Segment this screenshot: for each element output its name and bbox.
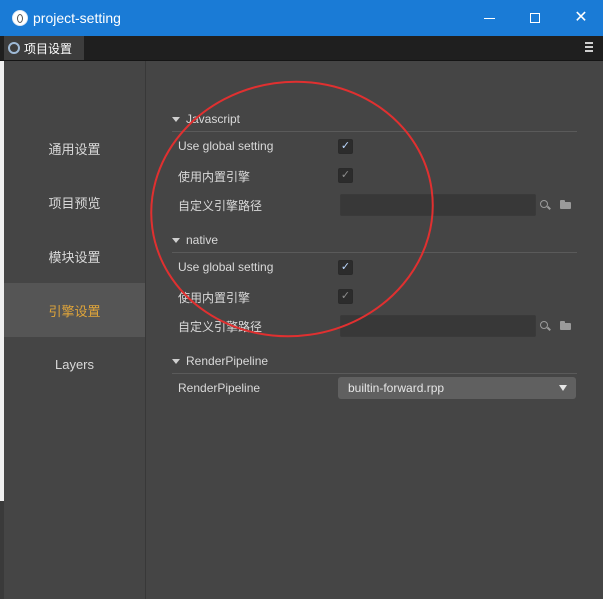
renderpipeline-select[interactable]: builtin-forward.rpp — [338, 377, 576, 399]
collapse-caret-icon — [172, 238, 180, 244]
maximize-icon — [530, 13, 540, 23]
section-title: RenderPipeline — [186, 354, 269, 368]
sidebar-item-general[interactable]: 通用设置 — [4, 121, 145, 175]
tab-label: 项目设置 — [24, 41, 73, 56]
dropdown-caret-icon — [559, 385, 567, 391]
maximize-button[interactable] — [512, 0, 558, 36]
section-title: native — [186, 233, 219, 247]
divider — [172, 131, 577, 132]
window-titlebar[interactable]: project-setting ✕ — [0, 0, 603, 36]
close-button[interactable]: ✕ — [558, 0, 603, 36]
checkmark-icon: ✓ — [340, 169, 351, 181]
sidebar-item-preview[interactable]: 项目预览 — [4, 175, 145, 229]
sidebar: 通用设置 项目预览 模块设置 引擎设置 Layers — [4, 61, 146, 599]
use-global-checkbox-js[interactable]: ✓ — [338, 139, 353, 154]
select-value: builtin-forward.rpp — [348, 381, 445, 395]
tab-project-settings[interactable]: 项目设置 — [4, 36, 84, 60]
builtin-engine-checkbox-js[interactable]: ✓ — [338, 168, 353, 183]
custom-path-label: 自定义引擎路径 — [178, 320, 263, 334]
folder-icon[interactable] — [560, 199, 572, 211]
minimize-icon — [483, 17, 495, 19]
sidebar-item-layers[interactable]: Layers — [4, 337, 145, 391]
use-global-label: Use global setting — [178, 260, 274, 274]
checkmark-icon: ✓ — [340, 290, 351, 302]
collapse-caret-icon — [172, 359, 180, 365]
builtin-engine-label: 使用内置引擎 — [178, 170, 251, 184]
custom-path-input-native[interactable] — [340, 315, 536, 337]
section-header-javascript[interactable]: Javascript — [172, 112, 240, 126]
folder-icon[interactable] — [560, 320, 572, 332]
window-title: project-setting — [33, 10, 121, 26]
close-icon: ✕ — [574, 9, 588, 26]
sidebar-item-engine[interactable]: 引擎设置 — [4, 283, 145, 337]
custom-path-input-js[interactable] — [340, 194, 536, 216]
builtin-engine-checkbox-native[interactable]: ✓ — [338, 289, 353, 304]
app-icon — [12, 10, 28, 26]
collapse-caret-icon — [172, 117, 180, 123]
use-global-checkbox-native[interactable]: ✓ — [338, 260, 353, 275]
search-icon[interactable] — [539, 199, 551, 211]
section-header-native[interactable]: native — [172, 233, 218, 247]
custom-path-label: 自定义引擎路径 — [178, 199, 263, 213]
gear-icon — [8, 42, 20, 54]
tab-bar: 项目设置 — [0, 36, 603, 61]
divider — [172, 252, 577, 253]
renderpipeline-label: RenderPipeline — [178, 381, 261, 395]
builtin-engine-label: 使用内置引擎 — [178, 291, 251, 305]
menu-icon[interactable] — [585, 42, 593, 52]
divider — [172, 373, 577, 374]
checkmark-icon: ✓ — [340, 261, 351, 273]
minimize-button[interactable] — [466, 0, 512, 36]
checkmark-icon: ✓ — [340, 140, 351, 152]
search-icon[interactable] — [539, 320, 551, 332]
section-header-renderpipeline[interactable]: RenderPipeline — [172, 354, 268, 368]
main-panel: Javascript Use global setting ✓ 使用内置引擎 ✓… — [146, 61, 603, 599]
section-title: Javascript — [186, 112, 241, 126]
sidebar-item-modules[interactable]: 模块设置 — [4, 229, 145, 283]
use-global-label: Use global setting — [178, 139, 274, 153]
